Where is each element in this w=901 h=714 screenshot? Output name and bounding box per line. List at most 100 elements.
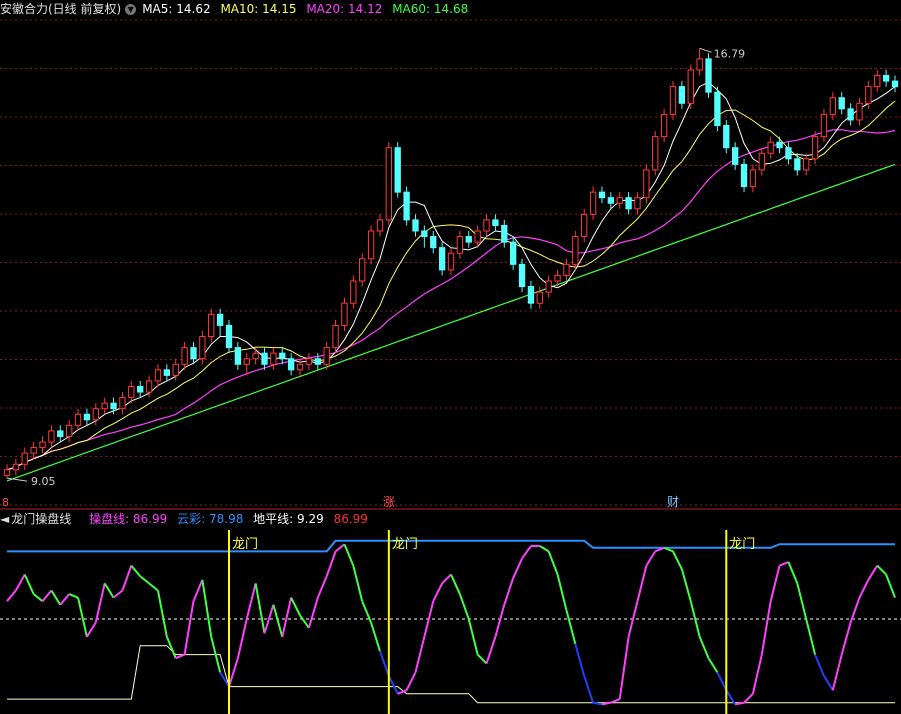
candle-body [891,80,899,88]
caopan-segment [86,622,97,638]
candle [48,425,55,448]
candle-body [208,313,215,338]
caopan-segment [743,693,754,704]
indicator-layer: 龙门 龙门 龙门 [6,530,896,714]
caopan-segment [236,618,248,659]
candle-body [501,224,508,243]
longmen-label: 龙门 [729,537,755,552]
candle [660,108,668,143]
candle-body [731,147,739,165]
candle [3,464,11,479]
candle [181,342,188,370]
candle-body [669,86,677,115]
candle-body [856,102,863,121]
caopan-segment [760,601,772,655]
candle [483,214,490,237]
candle-body [30,447,37,454]
candle-body [483,219,490,232]
candle [190,342,197,365]
candle-body [474,230,481,243]
candle-body [3,469,11,476]
candle [625,192,632,215]
candle-body [350,280,357,304]
candle [252,347,259,365]
candle-body [803,158,810,171]
candle [341,297,348,331]
candle-body [234,347,242,365]
candle [492,214,499,232]
candle-body [101,402,108,410]
candle-body [758,152,765,171]
caopan-segment [121,565,133,591]
yuncai-line [7,539,895,553]
caopan-segment [476,653,488,665]
candle-body [83,413,91,421]
candle-body [243,358,250,365]
candle [749,164,757,193]
candle-body [660,113,668,138]
candle [456,231,464,259]
candle [83,408,91,426]
candle-body [394,147,401,193]
candle-body [882,75,890,82]
caopan-segment [796,583,808,620]
candle-body [119,397,126,410]
caopan-segment [59,593,70,606]
candle-body [270,352,277,365]
candle-body [430,236,437,249]
candle [509,236,517,270]
candle [891,75,899,93]
candle-body [607,197,615,204]
candle-body [367,230,375,260]
caopan-segment [556,574,568,611]
moving-average-layer [6,81,896,482]
candle [847,103,854,126]
caopan-segment [769,565,781,602]
caopan-segment [41,589,53,602]
dipingxian-label: 地平线: 9.29 [253,512,324,526]
candle-body [181,347,188,365]
candle-body [767,141,774,154]
candle-body [776,141,783,149]
caopan-segment [299,614,310,629]
candle [874,69,881,93]
candle [394,142,401,198]
candle-body [874,75,881,88]
candle-body [252,352,259,360]
candle [12,458,20,476]
candle-body [323,347,330,365]
candle [696,48,703,76]
caopan-segment [512,558,523,579]
caopan-segment [201,579,213,637]
candle [589,186,597,220]
candle-body [39,441,46,449]
candle [794,153,801,176]
caopan-segment [94,583,106,623]
caopan-segment [450,574,461,595]
candle [154,364,162,387]
longmen-label: 龙门 [232,537,258,552]
candle-body [811,136,819,160]
caopan-segment [539,545,550,553]
candle-body [714,91,721,127]
candle-body [740,163,748,188]
chevron-down-icon[interactable]: ▼ [125,4,137,15]
indicator-expand-icon[interactable]: ◄ [0,512,9,526]
caopan-segment [751,654,763,694]
candle-body [438,247,446,271]
candle [65,419,73,443]
caopan-segment [281,597,293,638]
candle [208,308,215,343]
caopan-segment [831,654,843,691]
left-edge-marker: 8 [2,496,9,509]
candle-body [785,147,792,160]
caopan-segment [645,550,657,567]
candle [803,153,810,176]
candle-body [332,324,339,349]
caopan-segment [840,622,852,655]
candle-body [554,274,561,282]
indicator-title: 龙门操盘线 [11,512,72,526]
caopan-segment [458,593,470,620]
caopan-segment [814,654,825,677]
candle-body [794,158,801,171]
